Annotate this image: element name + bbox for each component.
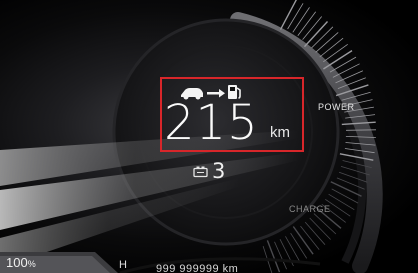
scale-tick [330, 181, 362, 197]
battery-percent-unit: % [27, 259, 36, 269]
battery-icon [193, 166, 208, 178]
regen-level: 3 [212, 159, 226, 183]
scale-tick [313, 213, 337, 235]
h-marker: H [119, 259, 127, 271]
range-unit: km [270, 124, 290, 141]
scale-tick [297, 11, 317, 37]
scale-tick [315, 32, 339, 53]
battery-percent: 100% [6, 255, 36, 272]
scale-tick [304, 221, 326, 245]
scale-tick [329, 56, 357, 73]
odometer: 999 999999 km [156, 263, 239, 273]
scale-tick [323, 43, 348, 63]
scale-tick [300, 225, 320, 250]
scale-tick [311, 26, 334, 49]
power-label: POWER [318, 102, 355, 112]
scale-tick [279, 0, 297, 30]
scale-tick [332, 63, 360, 78]
range-value: 215 [164, 95, 259, 151]
scale-tick [309, 217, 331, 240]
scale-tick [328, 193, 355, 211]
scale-tick [331, 188, 359, 204]
scale-tick [266, 240, 281, 273]
scale-tick [319, 37, 344, 58]
scale-tick [292, 7, 310, 33]
scale-tick [302, 16, 323, 40]
charge-label: CHARGE [289, 204, 331, 214]
scale-tick [345, 129, 377, 131]
battery-percent-value: 100 [6, 255, 28, 270]
scale-tick [287, 3, 304, 30]
scale-tick [292, 226, 314, 255]
scale-tick [303, 21, 329, 48]
scale-tick [290, 232, 308, 259]
instrument-cluster: 215 km 3 POWER CHARGE 100% H 999 999999 … [0, 0, 418, 273]
scale-tick [323, 50, 353, 70]
scale-tick [285, 236, 301, 263]
